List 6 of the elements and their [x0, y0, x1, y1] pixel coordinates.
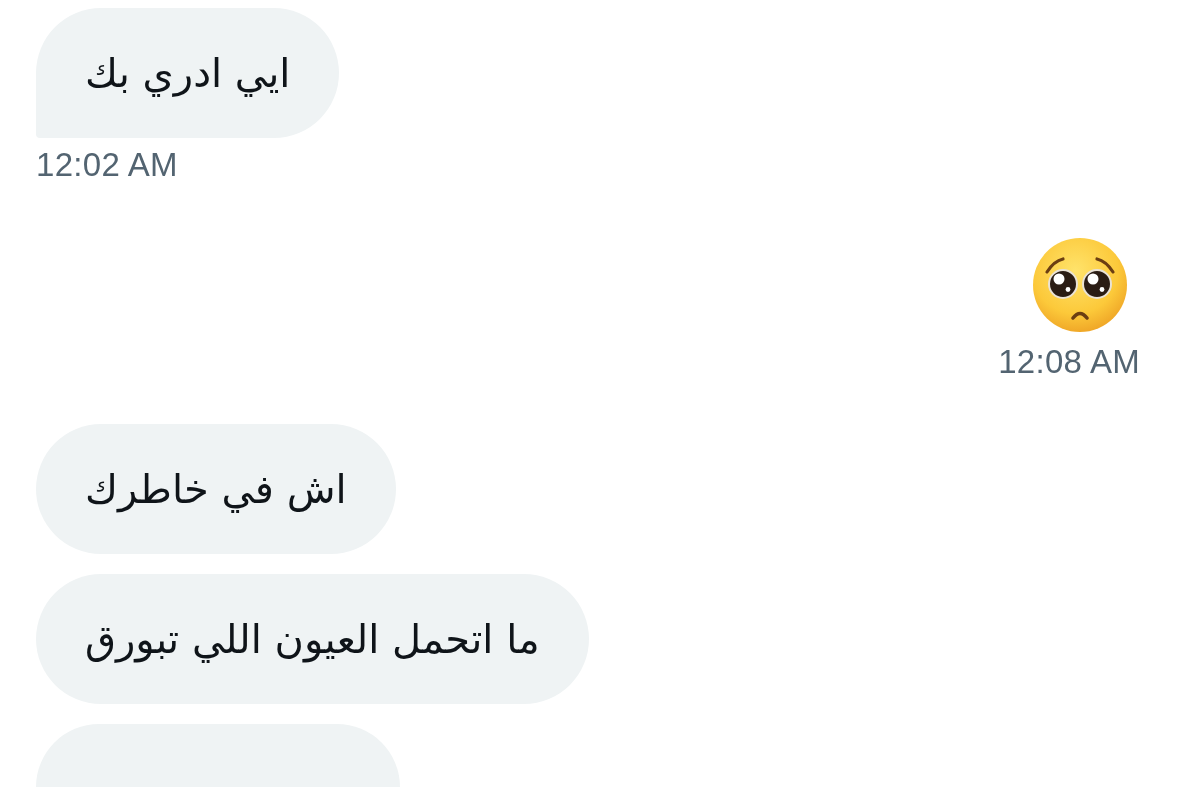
- message-timestamp: 12:08 AM: [998, 344, 1140, 380]
- message-bubble: اش في خاطرك: [36, 424, 396, 554]
- message-timestamp: 12:02 AM: [36, 147, 178, 183]
- message-bubble: ما اتحمل العيون اللي تبورق: [36, 574, 589, 704]
- pleading-face-icon: [1032, 237, 1128, 333]
- message-bubble: ايي ادري بك: [36, 8, 340, 138]
